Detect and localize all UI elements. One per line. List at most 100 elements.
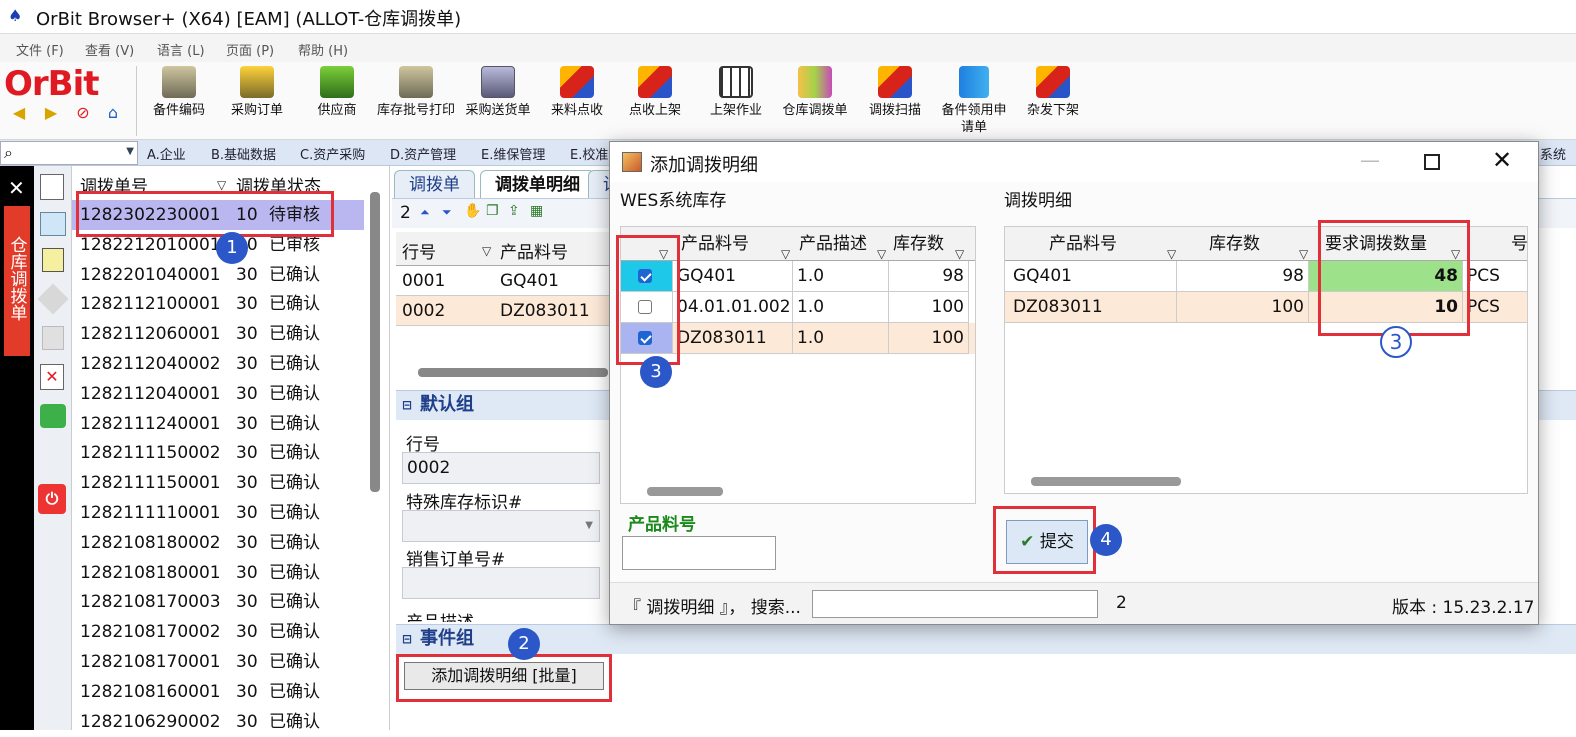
col-stock-qty[interactable]: 库存数 [1209,227,1260,261]
module-basic-data[interactable]: B.基础数据 [211,144,276,163]
toolbar-shelving-job[interactable]: 上架作业 [702,64,770,138]
delete-icon[interactable]: ✕ [40,364,64,390]
filter-icon[interactable]: ▽ [482,244,491,258]
close-icon[interactable]: ✕ [1492,146,1512,174]
toolbar-transfer-scan[interactable]: 调拨扫描 [862,64,928,138]
toolbar-warehouse-transfer[interactable]: 仓库调拨单 [776,64,854,138]
chevron-down-icon[interactable]: ▼ [585,511,593,541]
hand-icon[interactable]: ✋ [464,203,481,219]
list-item[interactable]: 1282108160001 30 已确认 [72,677,364,707]
toolbar-batch-print[interactable]: 库存批号打印 [376,64,456,138]
part-no-input[interactable] [622,536,776,570]
cell-description: 1.0 [793,261,889,292]
list-item[interactable]: 1282108170003 30 已确认 [72,587,364,617]
col-part-no[interactable]: 产品料号 [1049,227,1117,261]
side-tab-warehouse-transfer[interactable]: 仓库调拨单 [4,206,30,356]
list-item[interactable]: 1282108180001 30 已确认 [72,558,364,588]
menu-page[interactable]: 页面 (P) [226,40,274,59]
menu-view[interactable]: 查看 (V) [85,40,134,59]
list-item[interactable]: 1282112040002 30 已确认 [72,349,364,379]
close-icon[interactable]: ✕ [8,176,25,200]
menu-file[interactable]: 文件 (F) [16,40,64,59]
line-no-field[interactable]: 0002 [402,452,600,484]
list-item[interactable]: 1282108180002 30 已确认 [72,528,364,558]
table-row[interactable]: 0001 GQ401 [396,266,626,296]
list-item[interactable]: 1282111150001 30 已确认 [72,468,364,498]
module-calibration[interactable]: E.校准 [570,144,608,163]
excel-export-icon[interactable] [40,404,66,428]
col-line-no[interactable]: 行号 [402,238,436,263]
maximize-icon[interactable] [1424,154,1440,170]
toolbar-incoming-check[interactable]: 来料点收 [544,64,610,138]
table-row[interactable]: 0002 DZ083011 [396,296,626,326]
copy-icon[interactable]: ❐ [486,203,499,219]
module-asset-management[interactable]: D.资产管理 [390,144,456,163]
stop-icon[interactable]: ⊘ [74,104,92,122]
wes-grid-scrollbar[interactable] [647,487,723,496]
undo-icon[interactable] [42,326,64,350]
toolbar-purchase-order[interactable]: 采购订单 [222,64,292,138]
minimize-icon[interactable]: — [1360,148,1380,172]
columns-icon[interactable]: ▦ [530,203,543,219]
cell-stock-qty: 98 [1177,261,1309,292]
col-part-no[interactable]: 产品料号 [500,238,568,263]
module-enterprise[interactable]: A.企业 [147,144,186,163]
col-description[interactable]: 产品描述 [799,227,867,261]
edit-icon[interactable] [42,248,64,272]
toolbar-delivery-note[interactable]: 采购送货单 [460,64,536,138]
chevron-down-icon[interactable]: ▼ [126,146,134,157]
back-icon[interactable]: ◀ [10,104,28,122]
detail-grid-scrollbar[interactable] [1031,477,1181,486]
export-icon[interactable]: ⇪ [508,203,520,219]
special-stock-select[interactable]: ▼ [402,510,600,542]
sales-order-field[interactable] [402,567,600,599]
module-maintenance[interactable]: E.维保管理 [481,144,545,163]
toolbar-check-shelve[interactable]: 点收上架 [622,64,688,138]
list-item[interactable]: 1282106290002 30 已确认 [72,707,364,737]
toolbar-spare-part-code[interactable]: 备件编码 [144,64,214,138]
list-item[interactable]: 1282112100001 30 已确认 [72,289,364,319]
exit-icon[interactable]: ⏻ [38,484,66,514]
list-item[interactable]: 1282108170001 30 已确认 [72,647,364,677]
toolbar-spare-requisition[interactable]: 备件领用申请单 [936,64,1012,138]
module-search-input[interactable]: ⌕ ▼ [0,141,138,165]
grid-scrollbar[interactable] [418,368,608,377]
home-icon[interactable]: ⌂ [104,104,122,122]
menu-help[interactable]: 帮助 (H) [298,40,348,59]
list-item[interactable]: 1282108170002 30 已确认 [72,617,364,647]
module-system[interactable]: 系统 [1540,144,1566,163]
product-desc-label: 产品描述 [406,608,474,622]
cell-unit: PCS [1463,292,1527,323]
list-item[interactable]: 1282112040001 30 已确认 [72,379,364,409]
new-document-icon[interactable] [40,174,64,200]
batch-print-icon [399,66,433,98]
toolbar-misc-unshelve[interactable]: 杂发下架 [1020,64,1086,138]
move-bottom-icon[interactable]: ⏷ [442,205,452,220]
transfer-no: 1282111110001 [80,503,221,523]
list-item[interactable]: 1282111240001 30 已确认 [72,409,364,439]
forward-icon[interactable]: ▶ [42,104,60,122]
list-scrollbar[interactable] [370,192,380,492]
shelving-icon [719,66,753,98]
module-asset-purchase[interactable]: C.资产采购 [300,144,365,163]
move-top-icon[interactable]: ⏶ [420,205,430,220]
tab-transfer-detail[interactable]: 调拨单明细 [480,170,595,198]
copy-document-icon[interactable] [40,212,66,236]
toolbar-supplier[interactable]: 供应商 [302,64,372,138]
list-item[interactable]: 1282112060001 30 已确认 [72,319,364,349]
list-item[interactable]: 1282111150002 30 已确认 [72,438,364,468]
col-stock-qty[interactable]: 库存数 [893,227,944,261]
event-group-header[interactable]: ⊟ 事件组 [396,624,1576,654]
col-part-no[interactable]: 产品料号 [681,227,749,261]
menu-language[interactable]: 语言 (L) [157,40,205,59]
save-icon[interactable] [37,283,69,315]
list-item[interactable]: 1282201040001 30 已确认 [72,260,364,290]
search-input[interactable] [812,590,1098,618]
tab-transfer[interactable]: 调拨单 [394,170,475,198]
filter-icon[interactable]: ▽ [217,178,226,192]
status-code: 30 [236,681,258,702]
search-label: 『 调拨明细 』， 搜索... [624,598,801,618]
status-text: 已确认 [269,294,320,315]
list-item[interactable]: 1282111110001 30 已确认 [72,498,364,528]
cell-part-no: DZ083011 [500,301,590,321]
